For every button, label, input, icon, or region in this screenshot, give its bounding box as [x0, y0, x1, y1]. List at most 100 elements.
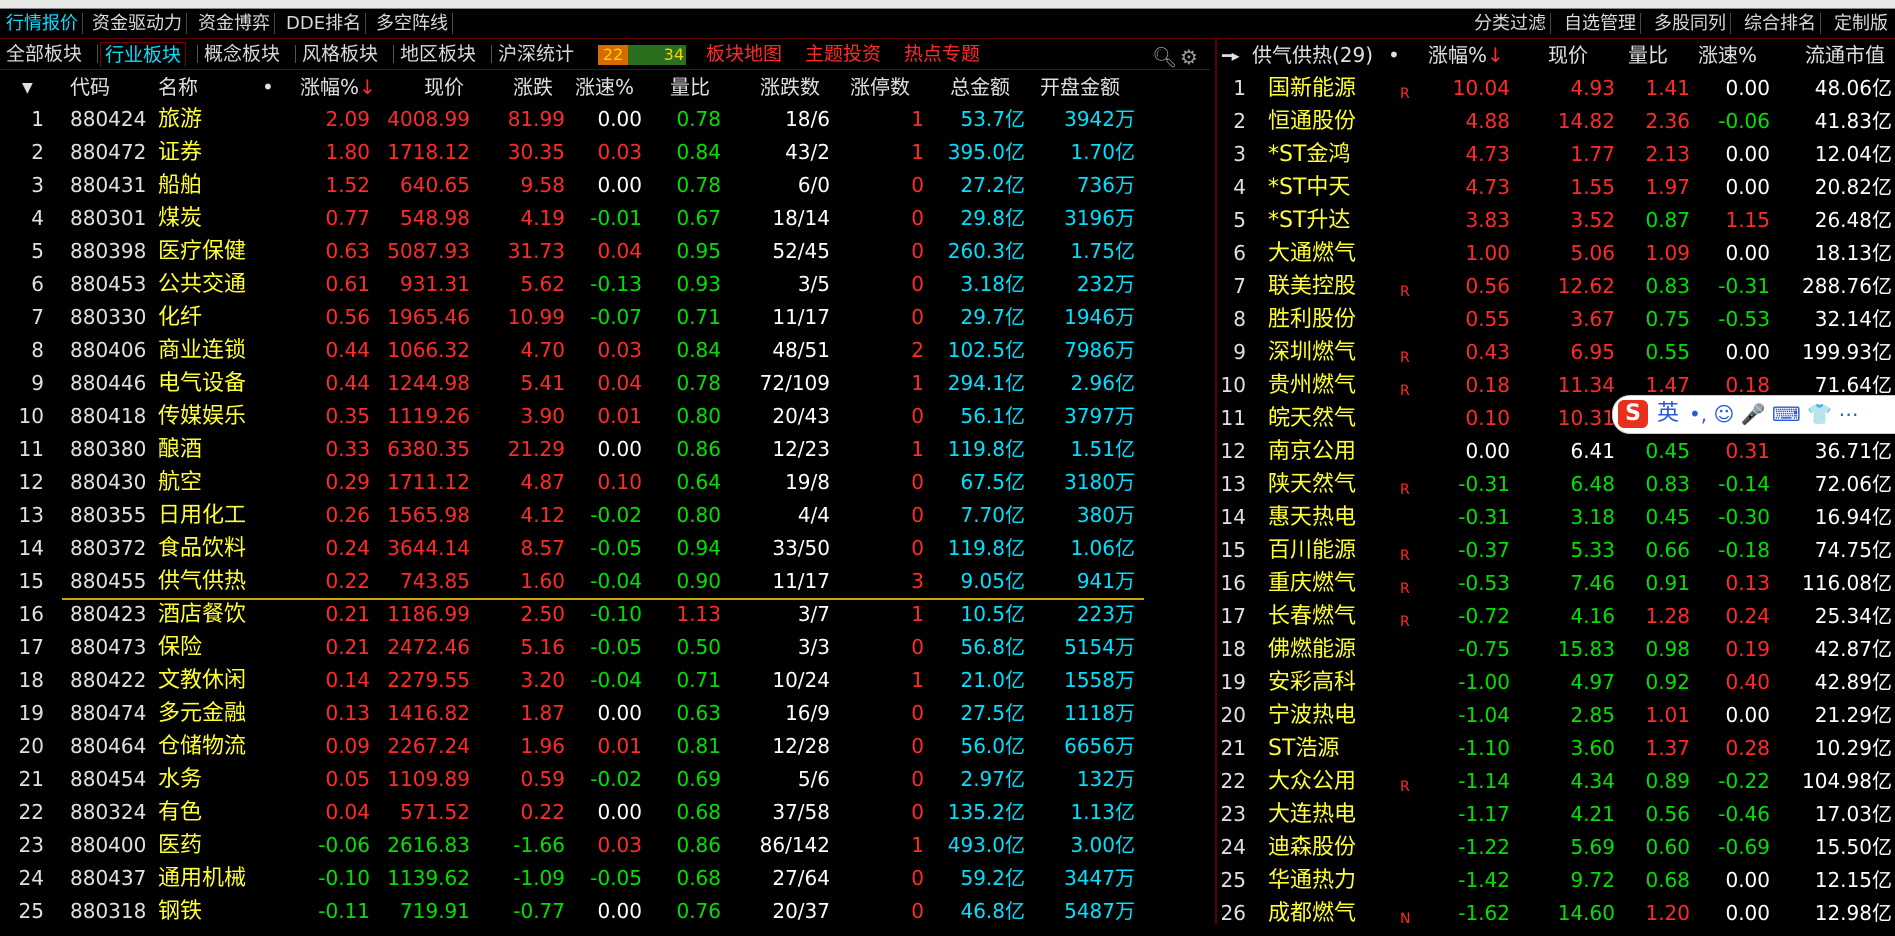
table-row[interactable]: 25 880318 钢铁 -0.11 719.91 -0.77 0.00 0.76 20/37 0…	[0, 895, 1210, 928]
board-name: 供气供热	[158, 569, 247, 594]
search-icon[interactable]: 🔍︎	[1152, 45, 1177, 69]
tab-concept-boards[interactable]: 概念板块	[200, 42, 284, 66]
menu-multi-stock[interactable]: 多股同列	[1650, 13, 1731, 34]
tab-style-boards[interactable]: 风格板块	[298, 42, 382, 66]
up-down-count: 5/6	[797, 767, 830, 791]
link-theme-invest[interactable]: 主题投资	[801, 42, 885, 66]
list-item[interactable]: 19 安彩高科 -1.00 4.97 0.92 0.40 42.89亿	[1220, 666, 1895, 699]
menu-watchlist-manage[interactable]: 自选管理	[1560, 13, 1641, 34]
tab-region-boards[interactable]: 地区板块	[396, 42, 480, 66]
table-row[interactable]: 4 880301 煤炭 0.77 548.98 4.19 -0.01 0.67 18/14 0 29…	[0, 202, 1210, 235]
ime-toolbar[interactable]: S 英 •, ☺ 🎤 ⌨ 👕 ⋯	[1612, 395, 1895, 434]
list-item[interactable]: 16 重庆燃气 R -0.53 7.46 0.91 0.13 116.08亿	[1220, 567, 1895, 600]
table-row[interactable]: 15 880455 供气供热 0.22 743.85 1.60 -0.04 0.90 11/17…	[0, 565, 1210, 598]
menu-long-short[interactable]: 多空阵线	[372, 13, 453, 34]
rcol-volume-ratio[interactable]: 量比	[1628, 40, 1668, 71]
col-total-amount[interactable]: 总金额	[950, 71, 1010, 103]
table-row[interactable]: 5 880398 医疗保健 0.63 5087.93 31.73 0.04 0.95 52/45…	[0, 235, 1210, 268]
list-item[interactable]: 2 恒通股份 4.88 14.82 2.36 -0.06 41.83亿	[1220, 105, 1895, 138]
table-row[interactable]: 22 880324 有色 0.04 571.52 0.22 0.00 0.68 37/58 0 13…	[0, 796, 1210, 829]
list-item[interactable]: 14 惠天热电 -0.31 3.18 0.45 -0.30 16.94亿	[1220, 501, 1895, 534]
table-row[interactable]: 17 880473 保险 0.21 2472.46 5.16 -0.05 0.50 3/3 0 56…	[0, 631, 1210, 664]
table-row[interactable]: 6 880453 公共交通 0.61 931.31 5.62 -0.13 0.93 3/5 0 3.…	[0, 268, 1210, 301]
open-amount: 941万	[1076, 569, 1135, 593]
table-row[interactable]: 10 880418 传媒娱乐 0.35 1119.26 3.90 0.01 0.80 20/43…	[0, 400, 1210, 433]
col-speed[interactable]: 涨速%	[575, 71, 634, 103]
list-item[interactable]: 13 陕天然气 R -0.31 6.48 0.83 -0.14 72.06亿	[1220, 468, 1895, 501]
list-item[interactable]: 18 佛燃能源 -0.75 15.83 0.98 0.19 42.87亿	[1220, 633, 1895, 666]
up-down-count: 4/4	[797, 503, 830, 527]
rcol-float-cap[interactable]: 流通市值	[1805, 40, 1885, 71]
col-name[interactable]: 名称	[158, 71, 198, 103]
table-row[interactable]: 9 880446 电气设备 0.44 1244.98 5.41 0.04 0.78 72/109…	[0, 367, 1210, 400]
tab-all-boards[interactable]: 全部板块	[2, 42, 86, 66]
row-index: 24	[18, 866, 44, 890]
table-row[interactable]: 7 880330 化纤 0.56 1965.46 10.99 -0.07 0.71 11/17 0…	[0, 301, 1210, 334]
menu-quotes[interactable]: 行情报价	[2, 13, 83, 34]
list-item[interactable]: 12 南京公用 0.00 6.41 0.45 0.31 36.71亿	[1220, 435, 1895, 468]
sogou-logo-icon[interactable]: S	[1618, 400, 1648, 428]
table-row[interactable]: 24 880437 通用机械 -0.10 1139.62 -1.09 -0.05 0.68 27…	[0, 862, 1210, 895]
col-price[interactable]: 现价	[424, 71, 464, 103]
volume-ratio: 0.66	[1645, 538, 1690, 562]
menu-fund-drive[interactable]: 资金驱动力	[88, 13, 187, 34]
table-row[interactable]: 21 880454 水务 0.05 1109.89 0.59 -0.02 0.69 5/6 0 2.…	[0, 763, 1210, 796]
table-row[interactable]: 1 880424 旅游 2.09 4008.99 81.99 0.00 0.78 18/6 1 53…	[0, 103, 1210, 136]
list-item[interactable]: 15 百川能源 R -0.37 5.33 0.66 -0.18 74.75亿	[1220, 534, 1895, 567]
col-up-down-count[interactable]: 涨跌数	[760, 71, 820, 103]
col-volume-ratio[interactable]: 量比	[670, 71, 710, 103]
list-item[interactable]: 3 *ST金鸿 4.73 1.77 2.13 0.00 12.04亿	[1220, 138, 1895, 171]
rcol-change-pct[interactable]: 涨幅%↓	[1428, 40, 1504, 71]
change-pct: 3.83	[1465, 208, 1510, 232]
table-row[interactable]: 3 880431 船舶 1.52 640.65 9.58 0.00 0.78 6/0 0 27.2亿…	[0, 169, 1210, 202]
list-item[interactable]: 7 联美控股 R 0.56 12.62 0.83 -0.31 288.76亿	[1220, 270, 1895, 303]
table-row[interactable]: 20 880464 仓储物流 0.09 2267.24 1.96 0.01 0.81 12/28…	[0, 730, 1210, 763]
list-item[interactable]: 26 成都燃气 N -1.62 14.60 1.20 0.00 12.98亿	[1220, 897, 1895, 930]
menu-category-filter[interactable]: 分类过滤	[1470, 13, 1551, 34]
list-item[interactable]: 20 宁波热电 -1.04 2.85 1.01 0.00 21.29亿	[1220, 699, 1895, 732]
pin-icon[interactable]: ━▸	[1222, 40, 1240, 71]
rcol-price[interactable]: 现价	[1548, 40, 1588, 71]
table-row[interactable]: 18 880422 文教休闲 0.14 2279.55 3.20 -0.04 0.71 10/2…	[0, 664, 1210, 697]
link-hot-topics[interactable]: 热点专题	[900, 42, 984, 66]
list-item[interactable]: 5 *ST升达 3.83 3.52 0.87 1.15 26.48亿	[1220, 204, 1895, 237]
list-item[interactable]: 25 华通热力 -1.42 9.72 0.68 0.00 12.15亿	[1220, 864, 1895, 897]
table-row[interactable]: 16 880423 酒店餐饮 0.21 1186.99 2.50 -0.10 1.13 3/7 1…	[0, 598, 1210, 631]
table-row[interactable]: 8 880406 商业连锁 0.44 1066.32 4.70 0.03 0.84 48/51 2…	[0, 334, 1210, 367]
col-code[interactable]: 代码	[70, 71, 110, 103]
rcol-speed[interactable]: 涨速%	[1698, 40, 1757, 71]
list-item[interactable]: 23 大连热电 -1.17 4.21 0.56 -0.46 17.03亿	[1220, 798, 1895, 831]
gear-icon[interactable]: ⚙	[1180, 45, 1198, 69]
list-item[interactable]: 4 *ST中天 4.73 1.55 1.97 0.00 20.82亿	[1220, 171, 1895, 204]
table-row[interactable]: 19 880474 多元金融 0.13 1416.82 1.87 0.00 0.63 16/9 0…	[0, 697, 1210, 730]
table-row[interactable]: 14 880372 食品饮料 0.24 3644.14 8.57 -0.05 0.94 33/5…	[0, 532, 1210, 565]
list-item[interactable]: 1 国新能源 R 10.04 4.93 1.41 0.00 48.06亿	[1220, 72, 1895, 105]
list-item[interactable]: 17 长春燃气 R -0.72 4.16 1.28 0.24 25.34亿	[1220, 600, 1895, 633]
col-change-pct[interactable]: 涨幅%↓	[300, 71, 376, 103]
list-item[interactable]: 24 迪森股份 -1.22 5.69 0.60 -0.69 15.50亿	[1220, 831, 1895, 864]
col-change[interactable]: 涨跌	[513, 71, 553, 103]
ime-mode-toggle[interactable]: 英	[1657, 401, 1679, 427]
col-open-amount[interactable]: 开盘金额	[1040, 71, 1120, 103]
list-item[interactable]: 8 胜利股份 0.55 3.67 0.75 -0.53 32.14亿	[1220, 303, 1895, 336]
list-item[interactable]: 21 ST浩源 -1.10 3.60 1.37 0.28 10.29亿	[1220, 732, 1895, 765]
menu-comprehensive-rank[interactable]: 综合排名	[1740, 13, 1821, 34]
tab-industry-boards[interactable]: 行业板块	[100, 42, 187, 67]
table-row[interactable]: 13 880355 日用化工 0.26 1565.98 4.12 -0.02 0.80 4/4 0…	[0, 499, 1210, 532]
menu-fund-game[interactable]: 资金博弈	[194, 13, 275, 34]
table-row[interactable]: 11 880380 酿酒 0.33 6380.35 21.29 0.00 0.86 12/23 1…	[0, 433, 1210, 466]
menu-dde-rank[interactable]: DDE排名	[282, 13, 367, 34]
ime-tools-icons[interactable]: •, ☺ 🎤 ⌨ 👕 ⋯	[1689, 401, 1858, 427]
menu-custom[interactable]: 定制版	[1830, 13, 1892, 34]
list-item[interactable]: 9 深圳燃气 R 0.43 6.95 0.55 0.00 199.93亿	[1220, 336, 1895, 369]
table-row[interactable]: 12 880430 航空 0.29 1711.12 4.87 0.10 0.64 19/8 0 67…	[0, 466, 1210, 499]
column-menu-icon[interactable]: ▼	[22, 72, 33, 104]
table-row[interactable]: 23 880400 医药 -0.06 2616.83 -1.66 0.03 0.86 86/14…	[0, 829, 1210, 862]
table-row[interactable]: 2 880472 证券 1.80 1718.12 30.35 0.03 0.84 43/2 1 39…	[0, 136, 1210, 169]
link-board-map[interactable]: 板块地图	[702, 42, 786, 66]
tab-sh-sz-stats[interactable]: 沪深统计	[494, 42, 578, 66]
list-item[interactable]: 6 大通燃气 1.00 5.06 1.09 0.00 18.13亿	[1220, 237, 1895, 270]
list-item[interactable]: 22 大众公用 R -1.14 4.34 0.89 -0.22 104.98亿	[1220, 765, 1895, 798]
col-limit-up-count[interactable]: 涨停数	[850, 71, 910, 103]
speed: 0.00	[597, 899, 642, 923]
